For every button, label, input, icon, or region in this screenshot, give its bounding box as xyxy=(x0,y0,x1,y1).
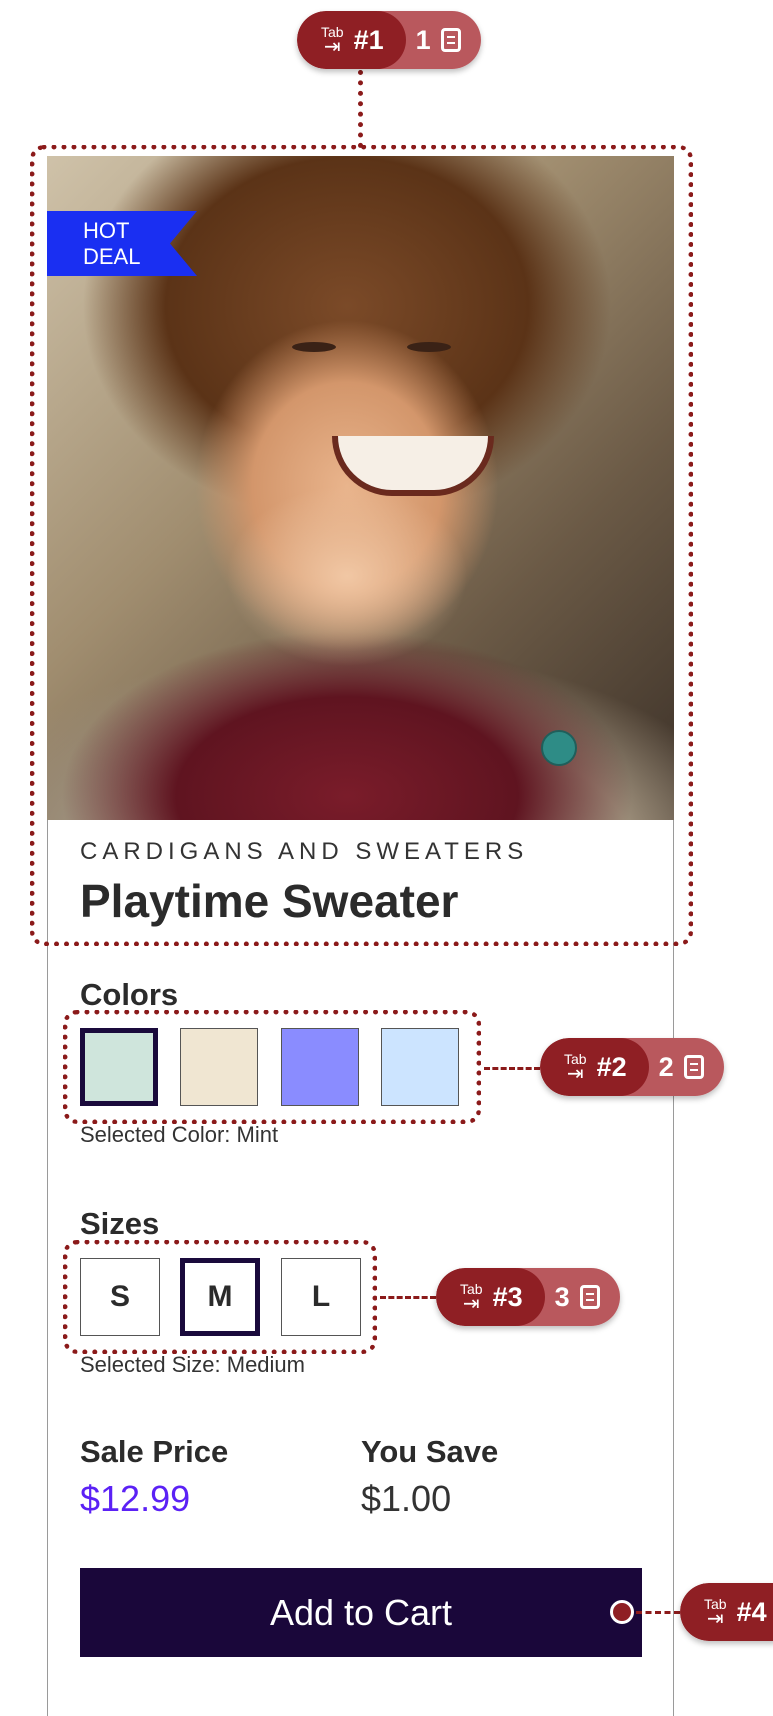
notes-icon xyxy=(440,28,461,52)
tab-order-annotation-2: Tab ⇥ #2 2 xyxy=(540,1038,724,1096)
colors-label: Colors xyxy=(80,977,179,1012)
add-to-cart-label: Add to Cart xyxy=(269,1591,453,1633)
annotation-connector xyxy=(636,1611,680,1614)
sale-price-label: Sale Price xyxy=(80,1434,229,1469)
focus-region-2 xyxy=(63,1010,481,1124)
selected-color-text: Selected Color: Mint xyxy=(80,1122,279,1147)
tab-key-icon: Tab ⇥ xyxy=(321,24,344,58)
tab-key-icon: Tab ⇥ xyxy=(564,1051,587,1085)
focus-region-3 xyxy=(63,1240,377,1354)
tab-order-annotation-1: Tab ⇥ #1 1 xyxy=(297,11,481,69)
tab-key-icon: Tab ⇥ xyxy=(460,1281,483,1315)
annotation-connector xyxy=(380,1296,436,1299)
focus-point-4 xyxy=(610,1600,634,1624)
notes-icon xyxy=(683,1055,704,1079)
tab-order-annotation-3: Tab ⇥ #3 3 xyxy=(436,1268,620,1326)
tab-key-icon: Tab ⇥ xyxy=(704,1596,727,1630)
annotation-connector xyxy=(358,70,363,148)
annotation-connector xyxy=(484,1067,540,1070)
sizes-label: Sizes xyxy=(80,1206,160,1241)
you-save-label: You Save xyxy=(361,1434,499,1469)
notes-icon xyxy=(579,1285,600,1309)
tab-order-annotation-4: Tab ⇥ #4 xyxy=(680,1583,773,1641)
selected-size-text: Selected Size: Medium xyxy=(80,1352,305,1377)
sale-price-value: $12.99 xyxy=(80,1478,191,1519)
you-save-value: $1.00 xyxy=(361,1478,452,1519)
focus-region-1 xyxy=(30,145,693,946)
add-to-cart-button[interactable]: Add to Cart xyxy=(80,1568,642,1657)
